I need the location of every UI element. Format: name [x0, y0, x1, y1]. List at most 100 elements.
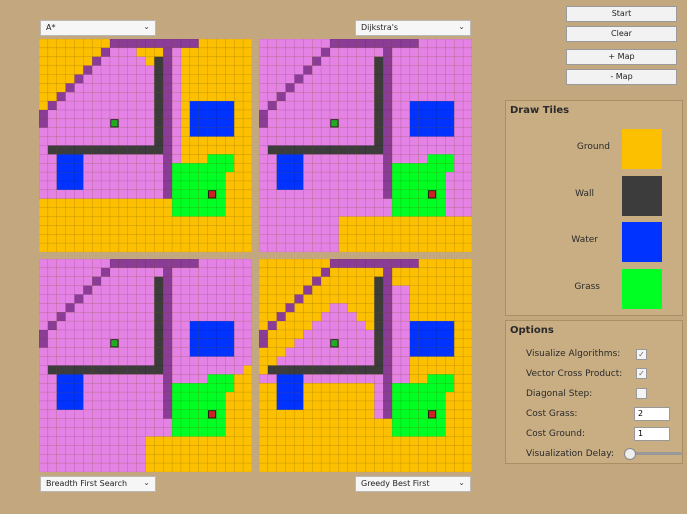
- grid-cell[interactable]: [171, 65, 182, 75]
- grid-cell[interactable]: [267, 365, 277, 375]
- grid-cell[interactable]: [427, 259, 437, 269]
- grid-cell[interactable]: [39, 356, 49, 366]
- grid-cell[interactable]: [92, 294, 102, 304]
- grid-cell[interactable]: [127, 427, 137, 437]
- grid-cell[interactable]: [198, 418, 208, 428]
- grid-cell[interactable]: [285, 294, 295, 304]
- grid-cell[interactable]: [154, 74, 164, 84]
- grid-cell[interactable]: [154, 374, 164, 384]
- grid-cell[interactable]: [462, 320, 472, 331]
- grid-cell[interactable]: [285, 276, 295, 286]
- grid-cell[interactable]: [356, 154, 366, 164]
- grid-cell[interactable]: [312, 285, 322, 295]
- grid-cell[interactable]: [445, 92, 455, 102]
- grid-cell[interactable]: [39, 74, 49, 84]
- grid-cell[interactable]: [436, 163, 446, 173]
- grid-cell[interactable]: [320, 312, 331, 322]
- grid-cell[interactable]: [74, 347, 84, 357]
- grid-cell[interactable]: [83, 65, 93, 75]
- grid-cell[interactable]: [39, 118, 49, 128]
- grid-cell[interactable]: [225, 145, 235, 155]
- grid-cell[interactable]: [74, 145, 84, 155]
- grid-cell[interactable]: [180, 276, 191, 286]
- grid-cell[interactable]: [234, 267, 244, 277]
- grid-cell[interactable]: [454, 312, 464, 322]
- grid-cell[interactable]: [259, 338, 269, 348]
- grid-cell[interactable]: [303, 242, 313, 252]
- grid-cell[interactable]: [356, 118, 366, 128]
- grid-cell[interactable]: [198, 285, 208, 295]
- grid-cell[interactable]: [189, 409, 199, 419]
- grid-cell[interactable]: [118, 320, 128, 331]
- grid-cell[interactable]: [65, 83, 75, 93]
- grid-cell[interactable]: [207, 454, 217, 464]
- grid-cell[interactable]: [39, 374, 49, 384]
- grid-cell[interactable]: [216, 427, 226, 437]
- grid-cell[interactable]: [242, 145, 252, 155]
- grid-cell[interactable]: [180, 163, 191, 173]
- grid-cell[interactable]: [356, 400, 366, 411]
- grid-cell[interactable]: [216, 92, 226, 102]
- grid-cell[interactable]: [74, 383, 84, 393]
- grid-cell[interactable]: [207, 462, 217, 472]
- grid-cell[interactable]: [418, 454, 428, 464]
- grid-cell[interactable]: [400, 39, 411, 49]
- grid-cell[interactable]: [198, 83, 208, 93]
- grid-cell[interactable]: [356, 242, 366, 252]
- grid-cell[interactable]: [267, 189, 277, 199]
- grid-cell[interactable]: [427, 145, 437, 155]
- grid-cell[interactable]: [356, 294, 366, 304]
- grid-cell[interactable]: [338, 242, 348, 252]
- grid-cell[interactable]: [65, 234, 75, 244]
- grid-cell[interactable]: [462, 100, 472, 111]
- grid-cell[interactable]: [276, 100, 286, 111]
- grid-cell[interactable]: [409, 294, 419, 304]
- grid-cell[interactable]: [436, 285, 446, 295]
- grid-cell[interactable]: [207, 303, 217, 313]
- grid-cell[interactable]: [92, 39, 102, 49]
- grid-cell[interactable]: [47, 409, 57, 419]
- grid-cell[interactable]: [329, 285, 340, 295]
- grid-cell[interactable]: [259, 294, 269, 304]
- grid-cell[interactable]: [312, 267, 322, 277]
- grid-cell[interactable]: [74, 83, 84, 93]
- grid-cell[interactable]: [118, 100, 128, 111]
- grid-cell[interactable]: [276, 65, 286, 75]
- grid-cell[interactable]: [118, 391, 128, 402]
- grid-cell[interactable]: [56, 347, 66, 357]
- grid-cell[interactable]: [163, 391, 173, 402]
- grid-cell[interactable]: [92, 356, 102, 366]
- grid-cell[interactable]: [242, 65, 252, 75]
- grid-cell[interactable]: [312, 383, 322, 393]
- grid-cell[interactable]: [234, 391, 244, 402]
- grid-cell[interactable]: [347, 65, 357, 75]
- grid-cell[interactable]: [374, 454, 384, 464]
- grid-cell[interactable]: [65, 207, 75, 217]
- grid-cell[interactable]: [65, 445, 75, 455]
- grid-cell[interactable]: [163, 234, 173, 244]
- grid-cell[interactable]: [285, 320, 295, 331]
- grid-cell[interactable]: [400, 312, 411, 322]
- grid-cell[interactable]: [163, 383, 173, 393]
- grid-cell[interactable]: [329, 276, 340, 286]
- grid-cell[interactable]: [338, 154, 348, 164]
- grid-cell[interactable]: [234, 100, 244, 111]
- grid-cell[interactable]: [65, 118, 75, 128]
- grid-cell[interactable]: [171, 259, 182, 269]
- grid-cell[interactable]: [189, 92, 199, 102]
- grid-cell[interactable]: [163, 303, 173, 313]
- grid-cell[interactable]: [391, 383, 402, 393]
- grid-cell[interactable]: [374, 329, 384, 340]
- grid-cell[interactable]: [347, 163, 357, 173]
- grid-cell[interactable]: [39, 207, 49, 217]
- grid-cell[interactable]: [145, 267, 155, 277]
- grid-cell[interactable]: [100, 329, 111, 340]
- grid-cell[interactable]: [216, 418, 226, 428]
- grid-cell[interactable]: [39, 109, 49, 120]
- grid-cell[interactable]: [418, 418, 428, 428]
- grid-cell[interactable]: [374, 56, 384, 66]
- grid-cell[interactable]: [198, 374, 208, 384]
- grid-cell[interactable]: [207, 365, 217, 375]
- grid-cell[interactable]: [374, 83, 384, 93]
- grid-cell[interactable]: [427, 462, 437, 472]
